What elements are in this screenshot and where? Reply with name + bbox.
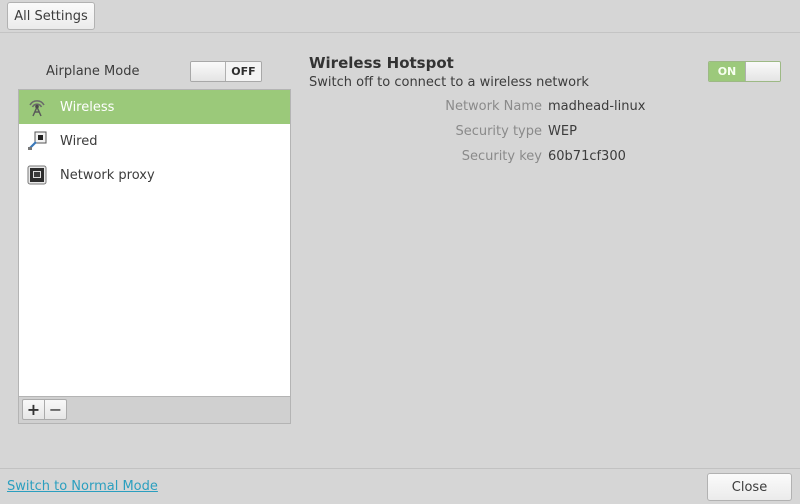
remove-connection-button[interactable]: −	[44, 399, 67, 420]
hotspot-state: ON	[709, 62, 745, 81]
airplane-mode-label: Airplane Mode	[46, 64, 140, 79]
airplane-mode-toggle[interactable]: OFF	[190, 61, 262, 82]
connection-list: Wireless Wired Network proxy	[18, 89, 291, 397]
close-button[interactable]: Close	[707, 473, 792, 501]
network-name-value: madhead-linux	[548, 99, 646, 114]
hotspot-subtitle: Switch off to connect to a wireless netw…	[309, 75, 589, 90]
network-name-label: Network Name	[445, 99, 542, 114]
connection-list-toolbar: + −	[18, 397, 291, 424]
top-toolbar: All Settings	[0, 0, 800, 33]
security-key-label: Security key	[461, 149, 542, 164]
network-proxy-icon	[26, 164, 48, 186]
list-item-wireless[interactable]: Wireless	[19, 90, 290, 124]
toggle-knob	[744, 62, 780, 81]
add-connection-button[interactable]: +	[22, 399, 45, 420]
list-item-label: Wireless	[60, 99, 115, 115]
security-key-value: 60b71cf300	[548, 149, 626, 164]
toggle-knob	[191, 62, 226, 81]
hotspot-toggle[interactable]: ON	[708, 61, 781, 82]
security-type-value: WEP	[548, 124, 577, 139]
all-settings-button[interactable]: All Settings	[7, 2, 95, 30]
security-type-label: Security type	[455, 124, 542, 139]
list-item-wired[interactable]: Wired	[19, 124, 290, 158]
wired-icon	[26, 130, 48, 152]
airplane-mode-state: OFF	[226, 62, 261, 81]
wireless-icon	[26, 96, 48, 118]
list-item-network-proxy[interactable]: Network proxy	[19, 158, 290, 192]
switch-to-normal-mode-link[interactable]: Switch to Normal Mode	[7, 479, 158, 494]
list-item-label: Wired	[60, 133, 98, 149]
list-item-label: Network proxy	[60, 167, 155, 183]
hotspot-title: Wireless Hotspot	[309, 54, 454, 72]
